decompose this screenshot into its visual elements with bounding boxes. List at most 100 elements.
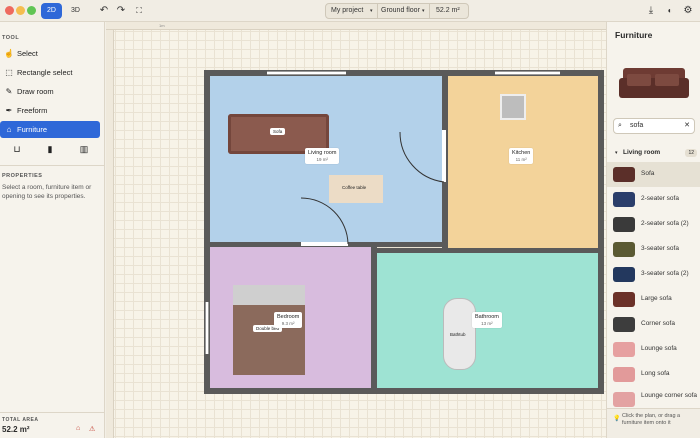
sofa-thumbnail-icon: [613, 392, 635, 407]
furniture-panel-title: Furniture: [615, 30, 653, 40]
furniture-item-corner-sofa[interactable]: Corner sofa: [607, 312, 700, 337]
group-count-badge: 12: [685, 149, 697, 157]
sofa-thumbnail-icon: [613, 292, 635, 307]
window-opening[interactable]: [495, 71, 560, 75]
furniture-item-3-seater-sofa[interactable]: 3-seater sofa: [607, 237, 700, 262]
sofa-thumbnail-icon: [613, 267, 635, 282]
opening-wide-window-tool[interactable]: ▥: [69, 140, 99, 158]
furniture-count-icon: ⌂: [76, 425, 81, 432]
door-icon: ▮: [47, 144, 53, 154]
wide-window-icon: ▥: [79, 144, 89, 154]
chevron-down-icon: ▾: [615, 150, 618, 156]
divider: [429, 4, 430, 18]
furniture-label: Bathtub: [450, 332, 466, 337]
furniture-bathtub[interactable]: Bathtub: [443, 298, 476, 370]
search-input[interactable]: sofa: [630, 119, 643, 133]
furniture-coffee-table[interactable]: Coffee table: [329, 175, 383, 203]
furniture-double-bed[interactable]: Double bed: [233, 285, 305, 375]
tool-draw-room[interactable]: ✎ Draw room: [0, 83, 100, 100]
ruler-top: 1m: [106, 22, 606, 30]
warning-icon: ⚠: [89, 426, 96, 433]
wall[interactable]: [204, 388, 604, 394]
pencil-icon: ✎: [5, 87, 13, 96]
ruler-left: [106, 30, 114, 438]
room-label-bathroom[interactable]: Bathroom 13 m²: [472, 312, 502, 328]
room-label-bedroom[interactable]: Bedroom 9.3 m²: [274, 312, 303, 328]
furniture-label: Sofa: [270, 128, 286, 135]
cursor-icon: ☝: [4, 49, 14, 58]
door-swing[interactable]: [396, 126, 448, 184]
redo-icon[interactable]: ↷: [113, 3, 129, 19]
minimize-window-dot[interactable]: [16, 6, 25, 15]
settings-icon[interactable]: ⚙: [680, 3, 696, 19]
sofa-thumbnail-icon: [613, 367, 635, 382]
chevron-down-icon: ▾: [370, 8, 373, 14]
furniture-hint-text: Click the plan, or drag a furniture item…: [622, 413, 681, 426]
project-selector[interactable]: My project: [331, 4, 363, 18]
window-icon: ⊔: [13, 144, 21, 154]
properties-help-text: Select a room, furniture item or opening…: [2, 184, 92, 200]
fit-view-icon[interactable]: ⛶: [131, 3, 147, 19]
download-icon[interactable]: ⤓: [643, 3, 659, 19]
furniture-item-sofa[interactable]: Sofa: [607, 162, 700, 187]
divider: [0, 165, 105, 166]
close-window-dot[interactable]: [5, 6, 14, 15]
user-icon[interactable]: ◐: [662, 3, 678, 19]
marquee-icon: ⬚: [5, 68, 13, 77]
room-label-living-room[interactable]: Living room 19 m²: [305, 148, 340, 164]
properties-section-title: PROPERTIES: [2, 173, 43, 179]
wall[interactable]: [598, 70, 604, 394]
floor-plan-canvas[interactable]: 1m Sofa Coffee table Double bed Bathtub: [106, 22, 606, 438]
total-area-title: TOTAL AREA: [2, 417, 39, 423]
top-toolbar: 2D 3D ↶ ↷ ⛶ My project ▾ Ground floor ▾ …: [0, 0, 700, 22]
sofa-thumbnail-icon: [613, 317, 635, 332]
furniture-hint-box: 💡 Click the plan, or drag a furniture it…: [607, 408, 700, 438]
group-header-living-room[interactable]: ▾ Living room 12: [607, 147, 700, 159]
furniture-panel: Furniture ⌕ sofa ✕ ▾ Living room 12 Sofa…: [606, 22, 700, 438]
total-area-box: TOTAL AREA 52.2 m² ⌂ ⚠: [0, 412, 105, 438]
total-area-value: 52.2 m²: [2, 425, 30, 434]
sofa-thumbnail-icon: [613, 217, 635, 232]
tool-freeform[interactable]: ✒ Freeform: [0, 102, 100, 119]
floor-area: 52.2 m²: [436, 7, 460, 14]
opening-window-tool[interactable]: ⊔: [2, 140, 32, 158]
window-opening[interactable]: [205, 302, 209, 354]
wall[interactable]: [371, 248, 604, 253]
furniture-item-lounge-sofa[interactable]: Lounge sofa: [607, 337, 700, 362]
maximize-window-dot[interactable]: [27, 6, 36, 15]
furniture-item-long-sofa[interactable]: Long sofa: [607, 362, 700, 387]
sofa-thumbnail-icon: [613, 342, 635, 357]
sofa-thumbnail-icon: [613, 242, 635, 257]
opening-door-tool[interactable]: ▮: [35, 140, 65, 158]
furniture-item-lounge-corner-sofa[interactable]: Lounge corner sofa: [607, 387, 700, 407]
undo-icon[interactable]: ↶: [96, 3, 112, 19]
tool-rectangle-select[interactable]: ⬚ Rectangle select: [0, 64, 100, 81]
furniture-item-3-seater-sofa-2[interactable]: 3-seater sofa (2): [607, 262, 700, 287]
bed-pillows: [233, 285, 305, 305]
clear-icon[interactable]: ✕: [684, 119, 690, 133]
left-panel: TOOL ☝ Select ⬚ Rectangle select ✎ Draw roo…: [0, 22, 105, 438]
tool-section-title: TOOL: [2, 35, 20, 41]
furniture-search[interactable]: ⌕ sofa ✕: [613, 118, 695, 134]
floor-selector[interactable]: Ground floor: [381, 4, 420, 18]
divider: [377, 4, 378, 18]
sofa-thumbnail-icon: [613, 167, 635, 182]
pen-icon: ✒: [5, 106, 13, 115]
chevron-down-icon: ▾: [422, 8, 425, 14]
tool-select[interactable]: ☝ Select: [0, 45, 100, 62]
view-3d-button[interactable]: 3D: [65, 3, 86, 19]
ruler-mark: 1m: [159, 23, 165, 28]
room-label-kitchen[interactable]: Kitchen 11 m²: [509, 148, 534, 164]
wall[interactable]: [371, 242, 377, 392]
breadcrumb: My project ▾ Ground floor ▾ 52.2 m²: [325, 3, 469, 19]
tool-furniture[interactable]: ⌂ Furniture: [0, 121, 100, 138]
furniture-preview: [619, 50, 689, 110]
furniture-item-large-sofa[interactable]: Large sofa: [607, 287, 700, 312]
furniture-label: Coffee table: [342, 185, 367, 190]
furniture-item-2-seater-sofa[interactable]: 2-seater sofa: [607, 187, 700, 212]
furniture-sink[interactable]: [500, 94, 526, 120]
furniture-item-2-seater-sofa-2[interactable]: 2-seater sofa (2): [607, 212, 700, 237]
window-opening[interactable]: [267, 71, 346, 75]
view-2d-button[interactable]: 2D: [41, 3, 62, 19]
search-icon: ⌕: [618, 122, 622, 129]
